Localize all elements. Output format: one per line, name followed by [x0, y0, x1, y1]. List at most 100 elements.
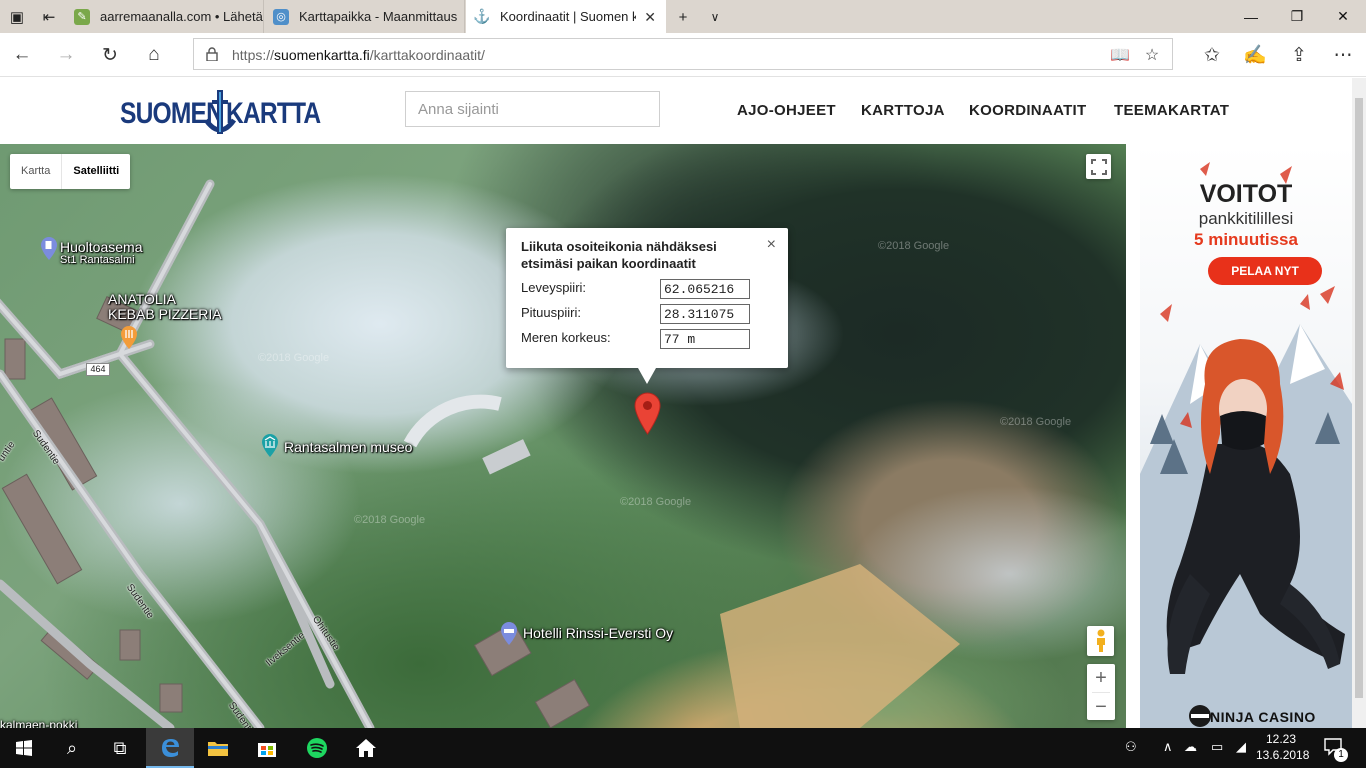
advertisement-banner[interactable]: VOITOT pankkitilillesi 5 minuutissa PELA… [1140, 144, 1352, 728]
ninja-casino-logo-icon [1189, 705, 1211, 727]
street-view-pegman-icon[interactable] [1087, 626, 1114, 656]
watermark-text: ©2018 Google [258, 352, 330, 364]
map-type-satelliitti[interactable]: Satelliitti [61, 154, 130, 189]
latitude-label: Leveyspiiri: [521, 280, 587, 295]
tab-aarremaanalla[interactable]: ✎ aarremaanalla.com • Lähetä [66, 0, 264, 33]
leaf-favicon-icon: ✎ [74, 8, 90, 25]
partial-poi-label: kalmaen-pokki [0, 718, 78, 728]
tab-manager-icon[interactable]: ▣ [6, 6, 28, 28]
notification-count-badge: 1 [1334, 748, 1348, 762]
refresh-icon[interactable]: ↻ [95, 40, 125, 70]
location-marker-icon[interactable] [634, 392, 661, 435]
gas-station-pin-icon[interactable] [40, 237, 58, 261]
tab-karttapaikka[interactable]: ◎ Karttapaikka - Maanmittaus [265, 0, 465, 33]
favorites-hub-icon[interactable]: ✩ [1197, 40, 1227, 70]
new-tab-icon[interactable]: + [672, 6, 694, 28]
reading-view-icon[interactable]: 📖 [1110, 45, 1130, 65]
system-clock[interactable]: 12.23 13.6.2018 [1256, 731, 1310, 763]
watermark-text: ©2018 Google [1000, 416, 1072, 428]
scrollbar-thumb[interactable] [1355, 98, 1363, 698]
more-menu-icon[interactable]: ⋯ [1328, 40, 1358, 70]
poi-label-anatolia[interactable]: ANATOLIA KEBAB PIZZERIA [108, 292, 222, 322]
poi-sublabel-st1: St1 Rantasalmi [60, 254, 135, 266]
url-prefix: https:// [232, 47, 275, 63]
back-icon[interactable]: ← [7, 40, 37, 70]
browser-tab-bar: ▣ ⇤ ✎ aarremaanalla.com • Lähetä ◎ Kartt… [0, 0, 1366, 33]
latitude-value-field[interactable]: 62.065216 [660, 279, 750, 299]
map-type-kartta[interactable]: Kartta [10, 154, 61, 189]
restore-icon[interactable]: ❐ [1274, 0, 1320, 33]
nav-karttoja[interactable]: KARTTOJA [861, 102, 945, 119]
home-app-icon[interactable] [342, 728, 390, 768]
edge-browser-icon[interactable] [146, 728, 194, 768]
infowindow-title: Liikuta osoiteikonia nähdäksesi etsimäsi… [521, 239, 717, 271]
longitude-value-field[interactable]: 28.311075 [660, 304, 750, 324]
minimize-icon[interactable]: — [1228, 0, 1274, 33]
fullscreen-icon[interactable] [1086, 154, 1111, 179]
poi-label-huoltoasema[interactable]: Huoltoasema [60, 239, 143, 255]
clock-date: 13.6.2018 [1256, 748, 1310, 762]
file-explorer-icon[interactable] [194, 728, 242, 768]
windows-taskbar: ⌕ ⧉ ⚇ ∧ ☁ ▭ ◢ 12.23 13.6.2018 1 [0, 728, 1366, 768]
tab-label: Karttapaikka - Maanmittaus [299, 9, 458, 24]
road-number-badge: 464 [86, 363, 110, 376]
favorite-star-icon[interactable]: ☆ [1142, 45, 1162, 65]
nav-teemakartat[interactable]: TEEMAKARTAT [1114, 102, 1229, 119]
url-domain: suomenkartta.fi [274, 47, 370, 63]
nav-koordinaatit[interactable]: KOORDINAATIT [969, 102, 1086, 119]
museum-pin-icon[interactable] [261, 434, 279, 458]
task-view-icon[interactable]: ⧉ [96, 728, 144, 768]
satellite-map[interactable]: ©2018 Google ©2018 Google ©2018 Google ©… [0, 144, 1126, 728]
set-aside-tabs-icon[interactable]: ⇤ [38, 6, 60, 28]
forward-icon[interactable]: → [51, 40, 81, 70]
globe-favicon-icon: ◎ [273, 8, 289, 25]
location-search-input[interactable] [405, 91, 660, 127]
people-icon[interactable]: ⚇ [1125, 739, 1137, 755]
url-text: https://suomenkartta.fi/karttakoordinaat… [232, 47, 485, 63]
map-type-control: Kartta Satelliitti [10, 154, 131, 189]
site-logo[interactable]: SUOMEN KARTTA [120, 86, 321, 138]
hotel-pin-icon[interactable] [500, 622, 518, 646]
watermark-text: ©2018 Google [878, 240, 950, 252]
close-window-icon[interactable]: ✕ [1320, 0, 1366, 33]
watermark-text: ©2018 Google [354, 514, 426, 526]
logo-text-right: KARTTA [226, 97, 321, 130]
close-tab-icon[interactable]: ✕ [644, 9, 656, 26]
show-hidden-icons-chevron-icon[interactable]: ∧ [1163, 739, 1173, 755]
restaurant-pin-icon[interactable] [120, 326, 138, 350]
tab-preview-chevron-icon[interactable]: ∨ [704, 6, 726, 28]
ad-cta-button[interactable]: PELAA NYT [1208, 257, 1322, 285]
ad-line3: 5 minuutissa [1194, 230, 1298, 249]
nav-ajo-ohjeet[interactable]: AJO-OHJEET [737, 102, 836, 119]
clock-time: 12.23 [1265, 732, 1297, 746]
poi-label-hotelli[interactable]: Hotelli Rinssi-Eversti Oy [523, 625, 673, 641]
watermark-text: ©2018 Google [620, 496, 692, 508]
ad-brand-name: NINJA CASINO [1210, 709, 1316, 725]
altitude-value-field[interactable]: 77 m [660, 329, 750, 349]
spotify-icon[interactable] [293, 728, 341, 768]
poi-label-museo[interactable]: Rantasalmen museo [284, 439, 412, 455]
tab-koordinaatit[interactable]: ⚓ Koordinaatit | Suomen k ✕ [466, 0, 666, 33]
zoom-in-button[interactable]: + [1087, 664, 1115, 692]
address-bar[interactable]: https://suomenkartta.fi/karttakoordinaat… [193, 38, 1173, 70]
share-icon[interactable]: ⇪ [1284, 40, 1314, 70]
ad-headline: VOITOT [1199, 180, 1293, 208]
browser-navigation-bar: ← → ↻ ⌂ https://suomenkartta.fi/karttako… [0, 33, 1366, 77]
url-path: /karttakoordinaatit/ [369, 47, 485, 63]
onedrive-cloud-icon[interactable]: ☁ [1184, 739, 1197, 755]
home-icon[interactable]: ⌂ [139, 40, 169, 70]
battery-icon[interactable]: ▭ [1211, 739, 1223, 755]
tab-label: Koordinaatit | Suomen k [500, 9, 636, 24]
search-icon[interactable]: ⌕ [48, 728, 96, 768]
tab-label: aarremaanalla.com • Lähetä [100, 9, 263, 24]
ad-line2: pankkitilillesi [1198, 209, 1294, 228]
start-windows-icon[interactable] [0, 728, 48, 768]
wifi-icon[interactable]: ◢ [1236, 739, 1246, 755]
page-scrollbar[interactable] [1352, 78, 1366, 728]
web-note-icon[interactable]: ✍ [1240, 40, 1270, 70]
infowindow-close-icon[interactable]: × [767, 236, 776, 254]
store-icon[interactable] [243, 728, 291, 768]
zoom-out-button[interactable]: − [1087, 693, 1115, 721]
zoom-control: + − [1087, 664, 1115, 720]
longitude-label: Pituuspiiri: [521, 305, 581, 320]
